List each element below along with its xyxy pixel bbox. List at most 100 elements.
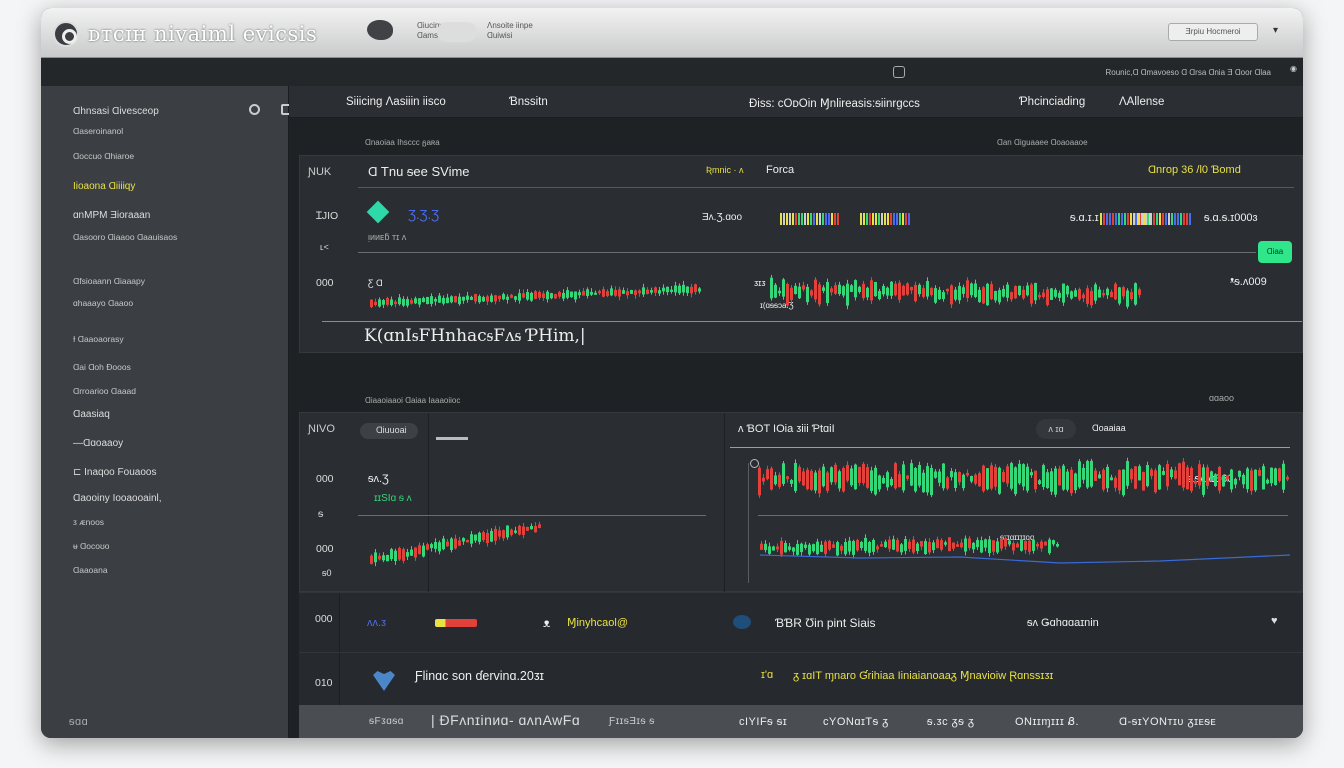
sidebar-item[interactable]: ᴣ ᴁnoos [73,517,104,527]
main-area: Ɑnaoiaa Ihsccc ᵷaʀa Ɑan Ɑiguaaee Ɑoaoaao… [289,118,1303,738]
volume-bar [1144,213,1146,225]
sidebar-item[interactable]: —Ɑɑoaaoy [73,438,123,449]
sidebar-item[interactable]: Ɑoccuo Ɑhiaroe [73,151,134,161]
sidebar-item[interactable]: ɑnMPM Ǝioraaan [73,210,150,221]
toolbar-button[interactable]: Ǝrpiu Hocmeroi [1168,23,1258,41]
volume-bar [1174,213,1176,225]
volume-bar [1147,213,1149,225]
shield-icon[interactable] [893,66,905,78]
footer-item[interactable]: ᴄYONɑɪTᵴ ᵹ [823,716,889,728]
row-text: Ƒlinɑc son ɗervinɑ.20ᴣɪ [415,669,544,683]
row-right-text: ᵴᴧ Ǥɑhɑɑaɪnin [1027,617,1099,629]
volume-bar [831,213,833,225]
footer-item[interactable]: ᵴ.ᴣᴄ ᵹᵴ ᵹ [927,716,974,728]
volume-bar [872,213,874,225]
footer-item[interactable]: ᴄIYIFᵴ ᵴɪ [739,716,787,728]
app-logo-icon [53,21,79,47]
top-nav: Siiicing Ʌasiiin iisco Ɓnssitn Ɖiss: ᴄOᴅ… [289,86,1303,118]
sidebar: Ɑhnsasi Ɑivesceop Ɑaseroinanol Ɑoccuo Ɑhi… [41,86,292,738]
cloud-icon[interactable] [367,20,393,40]
volume-bar [792,213,794,225]
sidebar-item[interactable]: Ɑaaoana [73,565,108,575]
volume-bar [1162,213,1164,225]
settings-icon[interactable] [249,104,260,115]
footer-item[interactable]: Ɑ-ᵴɪYONᴛɪᴜ ᵹɪᴇᵴᴇ [1119,716,1216,728]
volume-bar [1150,213,1152,225]
sidebar-item[interactable]: Ɨ Ɑaaoaorasy [73,334,124,344]
toolbar-group-2[interactable]: Ʌnsoite iinpe Ɑuiwisi [487,21,533,41]
volume-bar [822,213,824,225]
sidebar-item[interactable]: Ɑfsioaann Ɑiaaapy [73,276,145,286]
data-row-2[interactable]: 010 Ƒlinɑc son ɗervinɑ.20ᴣɪ ɪ'ɑ ᵹ ɪɑIT ɱ… [299,652,1303,706]
sidebar-item[interactable]: Ɑaooiny Iooaooainl, [73,493,162,504]
volume-bar [1156,213,1158,225]
nav-item[interactable]: ɅAllense [1119,96,1164,108]
volume-bar [801,213,803,225]
sidebar-item[interactable]: Ɑaseroinanol [73,126,123,136]
volume-bar [884,213,886,225]
data-row-1[interactable]: 000 ᴧᴧ.ᴣ ᴥ Ɱinyhcaol@ ƁƁR Ʊin pint Siais… [299,592,1303,653]
nav-item[interactable]: Siiicing Ʌasiiin iisco [346,96,446,108]
volume-bar [804,213,806,225]
shield-icon [373,671,395,691]
volume-bar [1153,213,1155,225]
volume-bar [881,213,883,225]
volume-bar [1177,213,1179,225]
sidebar-item[interactable]: Iioaona Ɑiiiiqy [73,181,135,192]
heart-icon[interactable]: ♥ [1271,615,1278,627]
volume-bar [810,213,812,225]
volume-bar [908,213,910,225]
chevron-down-icon[interactable]: ▾ [1273,25,1278,36]
footer-item[interactable]: ƑɪɪᵴƎɪᵴ ᵴ [609,716,655,727]
candlestick-chart-2[interactable] [300,413,1303,593]
volume-bar [1168,213,1170,225]
volume-bar [890,213,892,225]
status-text: Rounic,Ɑ Ɑmavoeso Ɑ Ɑrsa Ɑnia Ǝ Ɑoor Ɑla… [1105,68,1271,77]
volume-bar [875,213,877,225]
volume-bar [1133,213,1135,225]
volume-bar [1127,213,1129,225]
eye-icon[interactable] [733,615,751,629]
footer-item[interactable]: ᵴFᴣɑᵴɑ [369,716,404,727]
volume-bar [813,213,815,225]
row-yellow-text: ᵹ ɪɑIT ɱnaro Ɠrihiaa Iiniaianoaaᵹ Ɱnavio… [793,670,1054,682]
nav-item[interactable]: Ƥhcinciading [1019,96,1085,108]
pin-icon[interactable]: ◉ [1290,64,1297,73]
volume-bar [905,213,907,225]
sidebar-item[interactable]: Ɑaasiaq [73,409,110,420]
volume-bar [1124,213,1126,225]
volume-bar [860,213,862,225]
sidebar-item[interactable]: ᵾ Ɑocoʊo [73,541,110,551]
volume-bar [834,213,836,225]
footer-item[interactable]: | ƉFᴧnɪinᴎɑ- ɑʌnAwFɑ [431,712,580,728]
toggle-switch[interactable] [437,22,477,42]
footer-item[interactable]: ONɪɪɱɪɪɪ Ᏸ. [1015,716,1079,729]
section-label-right: ɑɑaoo [1209,393,1235,403]
volume-bar [825,213,827,225]
volume-bar [1138,213,1140,225]
chart-panel-1: ƝUK Ɑ Tnu ᵴee SVime Ʀmnic · ᴧ Forca Ɑnro… [299,155,1303,353]
nav-item[interactable]: Ɖiss: ᴄOᴅOin Ɱnlireasis:ᵴiinrgccs [749,96,920,110]
volume-bar [902,213,904,225]
volume-bar [878,213,880,225]
row-prefix: ᴥ [543,616,551,630]
sidebar-item[interactable]: Ɑai Ɑoh Ɖooos [73,362,131,372]
volume-bar [1115,213,1117,225]
sidebar-item[interactable]: ⊏ Inaqoo Fouaoos [73,467,156,478]
volume-bar [893,213,895,225]
volume-bar [1109,213,1111,225]
sidebar-item[interactable]: Ɑasooro Ɑiaaoo Ɑaauisaos [73,232,177,242]
volume-bar [1103,213,1105,225]
volume-bar [869,213,871,225]
sidebar-item[interactable]: Ɑrroarioo Ɑaaad [73,386,136,396]
candlestick-chart-1[interactable] [300,156,1303,354]
volume-bar [896,213,898,225]
volume-bar [783,213,785,225]
heat-bar [435,619,477,627]
volume-bar [1106,213,1108,225]
nav-item[interactable]: Ɓnssitn [509,96,548,108]
volume-bar [1130,213,1132,225]
row-mid-text: ɪ'ɑ [761,669,774,681]
sidebar-item[interactable]: ɑhaaayo Ɑaaoo [73,298,133,308]
volume-bar [1121,213,1123,225]
